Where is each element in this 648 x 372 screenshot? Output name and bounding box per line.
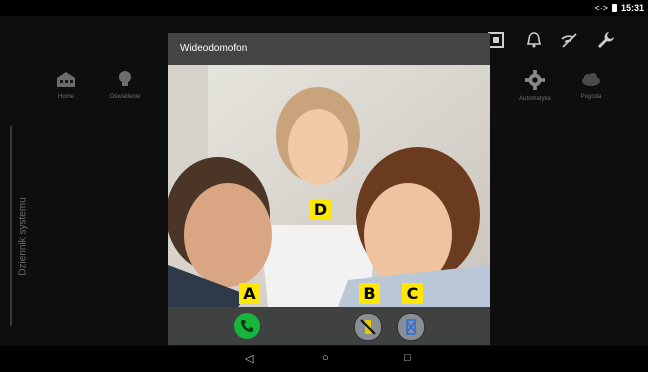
bell-icon[interactable] [524, 30, 544, 50]
video-feed [168, 65, 490, 307]
marker-c: C [402, 283, 423, 304]
cloud-icon [582, 73, 600, 86]
clock: 15:31 [620, 3, 644, 13]
marker-d: D [310, 199, 331, 220]
battery-icon [611, 4, 617, 12]
tile-automation-label: Automatyka [519, 96, 551, 102]
call-controls [168, 307, 490, 345]
wifi-off-icon[interactable] [559, 30, 579, 50]
tile-lighting[interactable]: Oświetlenie [100, 66, 150, 116]
phone-icon [240, 320, 253, 333]
marker-a: A [239, 283, 260, 304]
tile-home-label: Home [57, 94, 74, 100]
signal-icon: <·> [594, 3, 608, 13]
navigation-bar: ◁ ○ □ [0, 346, 648, 372]
recent-apps-button[interactable]: □ [404, 352, 411, 364]
tile-weather[interactable]: Pogoda [566, 66, 616, 116]
end-call-button[interactable] [397, 313, 425, 341]
system-log-tab[interactable] [10, 126, 12, 326]
answer-call-button[interactable] [234, 313, 260, 339]
status-bar: <·> 15:31 [0, 0, 648, 16]
tile-automation[interactable]: Automatyka [510, 66, 560, 116]
home-button[interactable]: ○ [322, 352, 329, 364]
marker-b: B [359, 283, 380, 304]
intercom-dialog: Wideodomofon [168, 33, 490, 345]
back-button[interactable]: ◁ [245, 352, 253, 365]
door-icon [360, 319, 376, 335]
open-gate-button[interactable] [354, 313, 382, 341]
tile-lighting-label: Oświetlenie [109, 94, 141, 100]
wrench-icon[interactable] [596, 30, 616, 50]
bulb-icon [119, 71, 131, 86]
cancel-icon [406, 319, 416, 335]
camera-image [168, 65, 490, 307]
home-icon [57, 72, 75, 87]
gear-icon [525, 70, 545, 90]
tile-weather-label: Pogoda [580, 94, 602, 100]
tile-home[interactable]: Home [41, 66, 91, 116]
system-log-label[interactable]: Dziennik systemu [18, 192, 29, 282]
dialog-title: Wideodomofon [180, 43, 248, 54]
